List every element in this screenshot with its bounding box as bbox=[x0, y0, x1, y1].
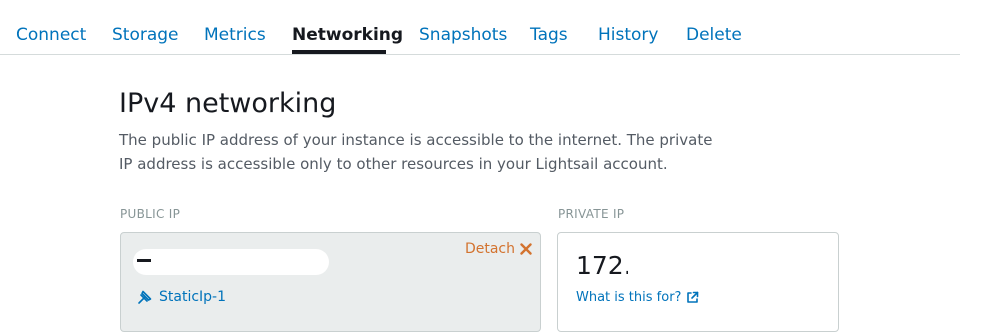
tab-networking[interactable]: Networking bbox=[292, 25, 403, 45]
redacted-public-ip bbox=[133, 249, 329, 275]
detach-button[interactable]: Detach bbox=[465, 241, 532, 257]
what-is-this-link[interactable]: What is this for? bbox=[576, 290, 699, 305]
static-ip-name: StaticIp-1 bbox=[159, 289, 227, 305]
private-ip-value: 172. bbox=[576, 251, 632, 280]
pin-icon bbox=[138, 290, 152, 304]
tab-bar: Connect Storage Metrics Networking Snaps… bbox=[0, 0, 960, 55]
static-ip-link[interactable]: StaticIp-1 bbox=[137, 289, 226, 305]
private-ip-card: 172. What is this for? bbox=[557, 232, 839, 332]
external-link-icon bbox=[687, 291, 699, 303]
section-description: The public IP address of your instance i… bbox=[119, 131, 713, 173]
public-ip-label: PUBLIC IP bbox=[120, 207, 181, 221]
tab-delete[interactable]: Delete bbox=[686, 25, 742, 45]
redaction-mark bbox=[137, 259, 151, 262]
tab-history[interactable]: History bbox=[598, 25, 658, 45]
active-tab-indicator bbox=[292, 50, 386, 54]
private-ip-label: PRIVATE IP bbox=[558, 207, 625, 221]
tab-connect[interactable]: Connect bbox=[16, 25, 86, 45]
detach-label: Detach bbox=[464, 241, 515, 257]
section-title: IPv4 networking bbox=[119, 88, 337, 119]
tab-storage[interactable]: Storage bbox=[112, 25, 179, 45]
tab-snapshots[interactable]: Snapshots bbox=[419, 25, 507, 45]
tab-tags[interactable]: Tags bbox=[530, 25, 568, 45]
tab-metrics[interactable]: Metrics bbox=[204, 25, 266, 45]
close-x-icon bbox=[520, 243, 532, 255]
redacted-private-ip bbox=[628, 253, 678, 275]
what-is-this-label: What is this for? bbox=[576, 290, 682, 305]
public-ip-card: Detach StaticIp-1 bbox=[120, 232, 541, 332]
